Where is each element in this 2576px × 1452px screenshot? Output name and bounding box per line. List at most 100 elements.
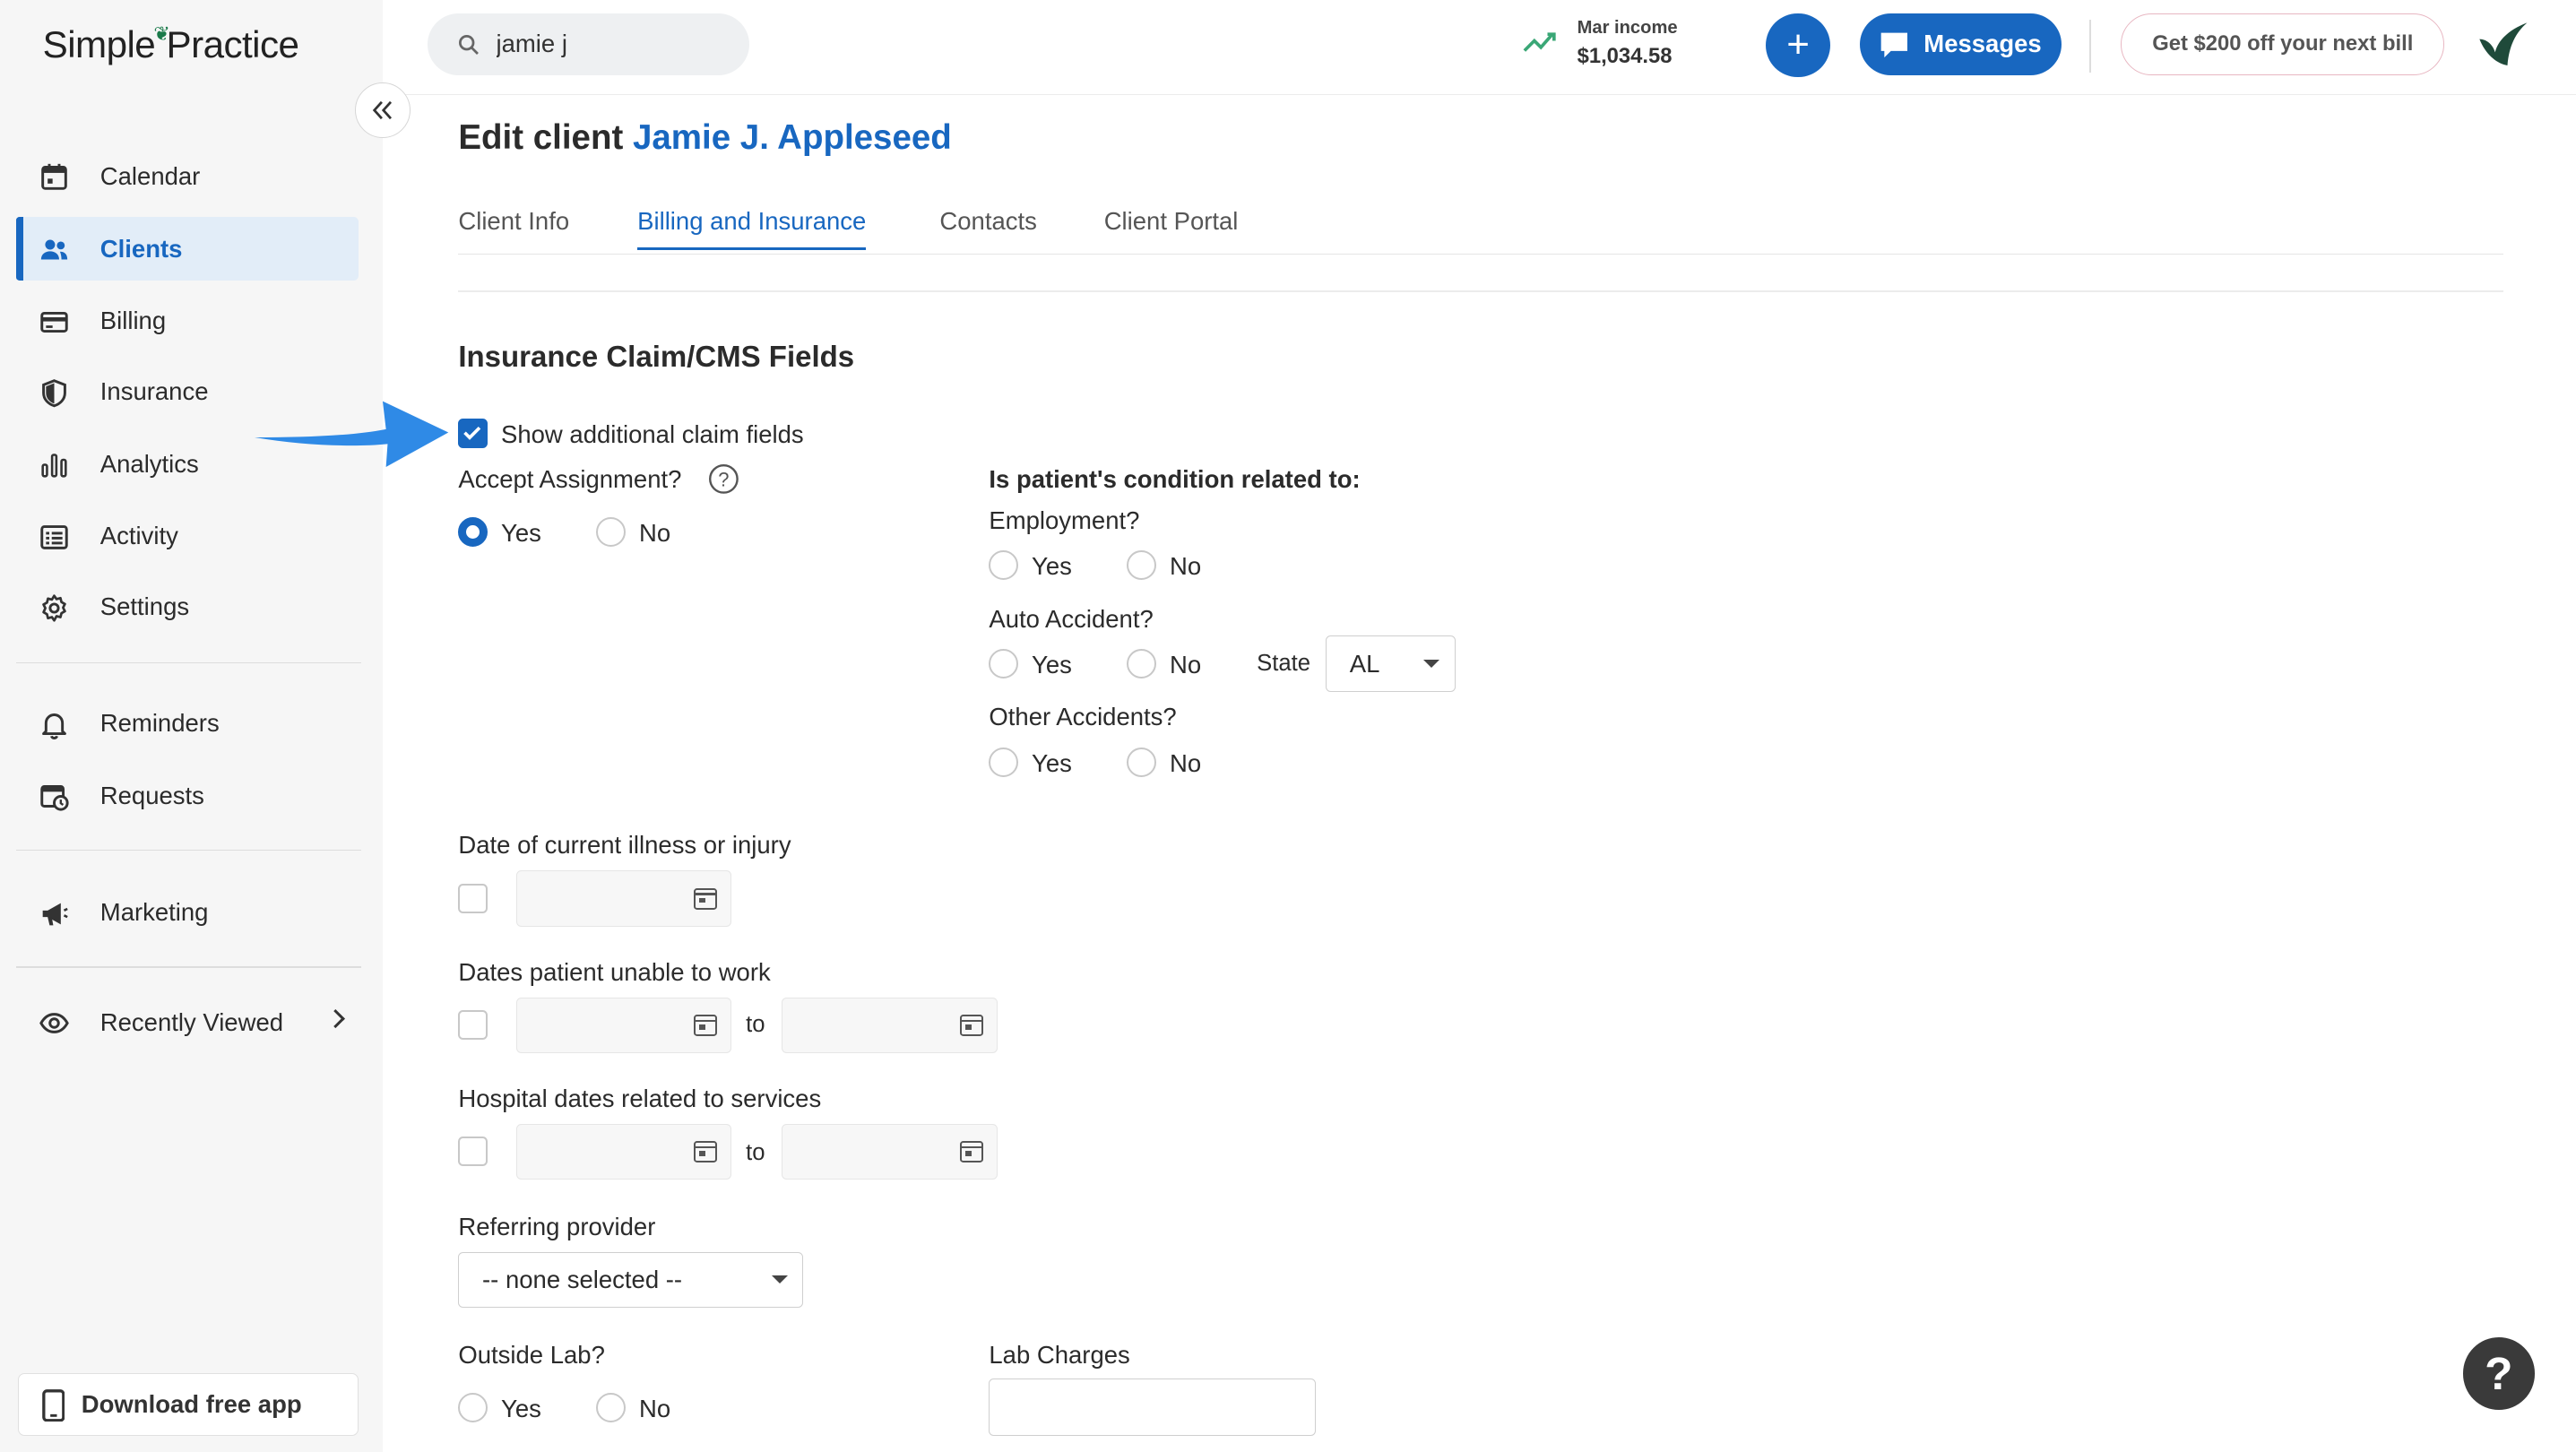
sidebar-item-activity[interactable]: Activity [16, 505, 358, 568]
promo-button[interactable]: Get $200 off your next bill [2121, 13, 2445, 76]
calendar-clock-icon [40, 785, 69, 812]
sidebar-divider [16, 965, 362, 968]
annotation-arrow-icon [255, 401, 449, 467]
income-label: Mar income [1577, 18, 1678, 39]
outside-lab-yes-label: Yes [501, 1395, 541, 1423]
tab-client-info[interactable]: Client Info [458, 207, 569, 236]
referring-provider-select[interactable]: -- none selected -- [458, 1251, 804, 1308]
lab-charges-input[interactable] [989, 1378, 1317, 1436]
section-title: Insurance Claim/CMS Fields [458, 340, 855, 374]
employment-yes-label: Yes [1032, 551, 1072, 580]
outside-lab-no-radio[interactable] [596, 1393, 627, 1423]
top-bar: Mar income $1,034.58 + Messages Get $200… [383, 0, 2576, 96]
section-divider [458, 290, 2504, 293]
auto-accident-label: Auto Accident? [989, 604, 1154, 633]
illness-date-checkbox[interactable] [458, 884, 488, 914]
credit-card-icon [40, 311, 68, 333]
calendar-icon[interactable] [694, 887, 717, 910]
condition-heading: Is patient's condition related to: [989, 464, 1361, 493]
outside-lab-label: Outside Lab? [458, 1340, 605, 1369]
unable-to-work-checkbox[interactable] [458, 1010, 488, 1041]
tab-client-portal[interactable]: Client Portal [1104, 207, 1239, 236]
outside-lab-yes-radio[interactable] [458, 1393, 488, 1423]
leaf-icon: ❦ [153, 22, 170, 46]
auto-accident-no-radio[interactable] [1127, 648, 1157, 678]
calendar-icon[interactable] [694, 1141, 717, 1162]
sidebar-item-marketing[interactable]: Marketing [16, 880, 358, 944]
to-label: to [746, 1140, 765, 1166]
referring-provider-label: Referring provider [458, 1212, 656, 1240]
gear-icon [42, 594, 66, 622]
bar-chart-icon [41, 454, 67, 478]
search-input[interactable] [496, 28, 735, 61]
caret-down-icon [771, 1275, 788, 1284]
employment-no-label: No [1170, 551, 1202, 580]
search-box[interactable] [427, 13, 749, 76]
add-button[interactable]: + [1766, 13, 1830, 78]
tab-contacts[interactable]: Contacts [939, 207, 1036, 236]
auto-accident-yes-radio[interactable] [989, 648, 1019, 678]
employment-no-radio[interactable] [1127, 550, 1157, 580]
unable-to-work-label: Dates patient unable to work [458, 957, 771, 986]
sidebar-item-recently-viewed[interactable]: Recently Viewed [16, 990, 358, 1054]
checkmark-icon [463, 427, 481, 441]
calendar-icon[interactable] [960, 1014, 983, 1036]
illness-date-label: Date of current illness or injury [458, 831, 791, 860]
trend-up-icon [1523, 32, 1556, 53]
accept-assignment-no-radio[interactable] [596, 517, 627, 548]
accept-assignment-yes-label: Yes [501, 519, 541, 548]
state-label: State [1257, 650, 1311, 676]
download-app-button[interactable]: Download free app [18, 1373, 359, 1436]
sidebar-item-settings[interactable]: Settings [16, 575, 358, 639]
simplepractice-logo[interactable]: Simple❦Practice [43, 22, 299, 66]
sidebar-divider [16, 849, 362, 851]
unable-to-work-to-field[interactable] [782, 997, 998, 1053]
chevron-right-icon [325, 1009, 345, 1028]
outside-lab-no-label: No [638, 1395, 671, 1423]
sidebar-item-billing[interactable]: Billing [16, 290, 358, 353]
calendar-icon [41, 164, 67, 191]
lab-charges-label: Lab Charges [989, 1340, 1130, 1369]
double-chevron-left-icon [373, 100, 393, 119]
calendar-icon[interactable] [960, 1141, 983, 1162]
hospital-dates-checkbox[interactable] [458, 1137, 488, 1167]
show-additional-claim-fields-label: Show additional claim fields [501, 420, 804, 449]
hospital-dates-from-field[interactable] [515, 1123, 731, 1180]
hospital-dates-label: Hospital dates related to services [458, 1084, 822, 1112]
to-label: to [746, 1012, 765, 1038]
eye-icon [39, 1013, 69, 1034]
state-select[interactable]: AL [1326, 635, 1456, 692]
client-name-link[interactable]: Jamie J. Appleseed [633, 118, 952, 157]
sidebar-item-reminders[interactable]: Reminders [16, 692, 358, 756]
help-button[interactable]: ? [2462, 1336, 2536, 1410]
messages-button[interactable]: Messages [1859, 13, 2062, 76]
employment-yes-radio[interactable] [989, 550, 1019, 580]
sidebar-item-calendar[interactable]: Calendar [16, 144, 358, 208]
bell-icon [42, 713, 66, 739]
other-accidents-yes-label: Yes [1032, 748, 1072, 777]
show-additional-claim-fields-checkbox[interactable] [458, 419, 488, 449]
collapse-sidebar-button[interactable] [354, 82, 411, 138]
tab-billing-and-insurance[interactable]: Billing and Insurance [637, 207, 867, 250]
other-accidents-no-radio[interactable] [1127, 747, 1157, 777]
unable-to-work-from-field[interactable] [515, 997, 731, 1053]
svg-text:?: ? [718, 468, 729, 490]
phone-icon [41, 1388, 65, 1422]
auto-accident-no-label: No [1170, 650, 1202, 678]
illness-date-field[interactable] [515, 870, 731, 927]
other-accidents-yes-radio[interactable] [989, 747, 1019, 777]
other-accidents-no-label: No [1170, 748, 1202, 777]
employment-label: Employment? [989, 506, 1140, 534]
auto-accident-yes-label: Yes [1032, 650, 1072, 678]
calendar-icon[interactable] [694, 1014, 717, 1036]
caret-down-icon [1423, 659, 1440, 668]
search-icon [459, 35, 480, 56]
accept-assignment-yes-radio[interactable] [458, 517, 488, 548]
sidebar-item-requests[interactable]: Requests [16, 764, 358, 827]
hospital-dates-to-field[interactable] [782, 1123, 998, 1180]
sidebar-item-clients[interactable]: Clients [16, 216, 359, 281]
accept-assignment-no-label: No [638, 519, 671, 548]
list-icon [40, 524, 68, 549]
account-avatar-icon[interactable] [2473, 16, 2532, 75]
help-circle-icon[interactable]: ? [708, 463, 739, 495]
